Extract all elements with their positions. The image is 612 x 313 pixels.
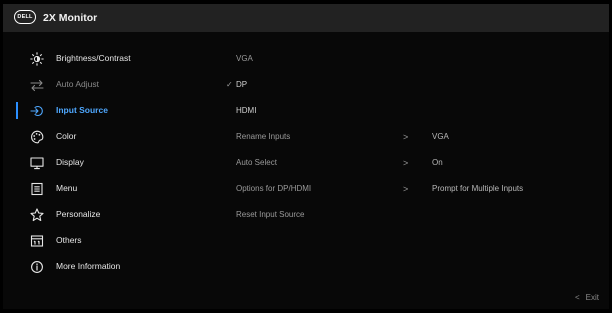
- osd-window: DELL 2X Monitor Brightness/Contrast Auto…: [3, 4, 609, 309]
- dell-logo: DELL: [14, 10, 36, 24]
- chevron-right-icon: >: [403, 158, 409, 168]
- menu-item-label: Display: [56, 157, 84, 167]
- menu-item-input-source[interactable]: Input Source: [3, 102, 213, 121]
- option-value: Prompt for Multiple Inputs: [432, 184, 524, 193]
- info-icon: [30, 260, 44, 274]
- menu-item-label: Menu: [56, 183, 78, 193]
- option-dp[interactable]: ✓ DP: [213, 78, 593, 94]
- option-label: Reset Input Source: [236, 210, 305, 219]
- menu-item-label: More Information: [56, 261, 121, 271]
- menu-item-others[interactable]: Others: [3, 233, 213, 251]
- menu-item-brightness-contrast[interactable]: Brightness/Contrast: [3, 51, 213, 69]
- option-label: Rename Inputs: [236, 132, 291, 141]
- osd-title: 2X Monitor: [43, 12, 98, 24]
- others-icon: [30, 234, 44, 248]
- input-source-icon: [30, 104, 44, 118]
- option-hdmi[interactable]: HDMI: [213, 104, 593, 120]
- option-label: Options for DP/HDMI: [236, 184, 312, 193]
- menu-item-label: Personalize: [56, 209, 101, 219]
- auto-adjust-icon: [30, 78, 44, 92]
- menu-item-menu[interactable]: Menu: [3, 181, 213, 199]
- menu-item-personalize[interactable]: Personalize: [3, 207, 213, 225]
- menu-item-label: Brightness/Contrast: [56, 53, 131, 63]
- check-icon: ✓: [226, 80, 233, 89]
- exit-label: Exit: [585, 293, 599, 302]
- option-reset-input-source[interactable]: Reset Input Source: [213, 208, 593, 224]
- option-dp-hdmi[interactable]: Options for DP/HDMI > Prompt for Multipl…: [213, 182, 593, 198]
- menu-item-label: Auto Adjust: [56, 79, 100, 89]
- brightness-icon: [30, 52, 44, 66]
- option-label: Auto Select: [236, 158, 277, 167]
- menu-item-more-information[interactable]: More Information: [3, 259, 213, 277]
- option-vga[interactable]: VGA: [213, 52, 593, 68]
- menu-item-label: Others: [56, 235, 82, 245]
- star-icon: [30, 208, 44, 222]
- menu-item-display[interactable]: Display: [3, 155, 213, 173]
- option-auto-select[interactable]: Auto Select > On: [213, 156, 593, 172]
- chevron-right-icon: >: [403, 184, 409, 194]
- option-label: DP: [236, 80, 248, 89]
- exit-button[interactable]: < Exit: [575, 293, 599, 302]
- option-value: VGA: [432, 132, 449, 141]
- title-bar: DELL 2X Monitor: [3, 4, 609, 32]
- chevron-left-icon: <: [574, 293, 580, 302]
- option-label: VGA: [236, 54, 253, 63]
- option-rename-inputs[interactable]: Rename Inputs > VGA: [213, 130, 593, 146]
- color-icon: [30, 130, 44, 144]
- menu-item-auto-adjust[interactable]: Auto Adjust: [3, 77, 213, 95]
- menu-item-color[interactable]: Color: [3, 129, 213, 147]
- menu-icon: [30, 182, 44, 196]
- option-label: HDMI: [236, 106, 257, 115]
- option-value: On: [432, 158, 443, 167]
- active-indicator: [16, 102, 18, 119]
- chevron-right-icon: >: [403, 132, 409, 142]
- display-icon: [30, 156, 44, 170]
- menu-item-label: Color: [56, 131, 77, 141]
- menu-item-label: Input Source: [56, 105, 108, 115]
